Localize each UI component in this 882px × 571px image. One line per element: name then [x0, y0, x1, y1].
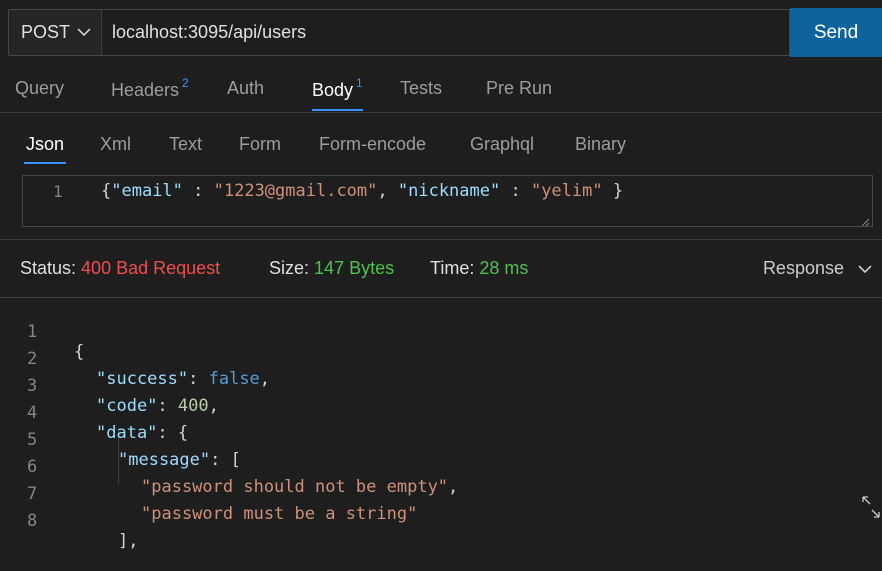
- json-key: "success": [96, 369, 189, 389]
- tab-query[interactable]: Query: [15, 78, 64, 99]
- body-tab-label: Graphql: [470, 134, 535, 154]
- code-line: 7 "password must be a string": [0, 464, 417, 524]
- resize-grip-icon[interactable]: [860, 214, 870, 227]
- json-punctuation: ,: [259, 369, 271, 389]
- body-tab-label: Json: [26, 134, 65, 154]
- line-number: 1: [53, 182, 63, 201]
- tab-headers[interactable]: Headers 2: [111, 76, 189, 101]
- active-tab-indicator: [24, 162, 67, 164]
- body-tab-xml[interactable]: Xml: [100, 134, 131, 155]
- brace: }: [602, 181, 624, 201]
- json-key: "message": [118, 450, 211, 470]
- body-tab-text[interactable]: Text: [169, 134, 202, 155]
- tab-auth[interactable]: Auth: [227, 78, 264, 99]
- divider: [0, 239, 882, 240]
- json-punctuation: ,: [208, 396, 219, 416]
- body-tab-label: Form-encode: [319, 134, 427, 154]
- status-value: 400 Bad Request: [81, 258, 221, 278]
- body-tab-json[interactable]: Json: [24, 134, 67, 164]
- json-key: "email": [111, 181, 183, 201]
- body-tab-binary[interactable]: Binary: [575, 134, 626, 155]
- status-info: Status: 400 Bad Request: [20, 258, 220, 279]
- editor-code[interactable]: {"email" : "1223@gmail.com", "nickname" …: [101, 181, 623, 201]
- divider: [0, 297, 882, 298]
- send-button[interactable]: Send: [790, 8, 882, 57]
- request-tabs: Query Headers 2 Auth Body 1 Tests Pre Run: [0, 70, 882, 112]
- tab-label: Tests: [400, 78, 443, 98]
- brace: {: [101, 181, 112, 201]
- response-view-select[interactable]: Response: [763, 258, 872, 279]
- code-text: {: [74, 342, 85, 362]
- json-string: "password must be a string": [141, 504, 418, 524]
- json-value: [: [230, 450, 241, 470]
- code-line: 6 "password should not be empty",: [0, 437, 458, 497]
- method-select[interactable]: POST: [8, 9, 101, 56]
- json-value: 400: [177, 396, 209, 416]
- json-key: "data": [96, 423, 158, 443]
- status-label: Status:: [20, 258, 77, 278]
- expand-icon[interactable]: [862, 496, 880, 518]
- json-key: "code": [96, 396, 158, 416]
- response-viewer[interactable]: 1 { 2 "success": false, 3 "code": 400, 4…: [0, 300, 882, 551]
- tab-badge: 2: [182, 76, 189, 90]
- body-tab-label: Xml: [100, 134, 131, 154]
- method-value: POST: [21, 22, 71, 42]
- body-tab-label: Form: [239, 134, 281, 154]
- json-value: {: [177, 423, 189, 443]
- json-string: "yelim": [530, 181, 603, 201]
- colon: :: [182, 181, 214, 201]
- json-string: "password should not be empty": [141, 477, 449, 497]
- tab-pre-run[interactable]: Pre Run: [486, 78, 552, 99]
- size-label: Size:: [269, 258, 310, 278]
- tab-label: Body: [312, 80, 354, 100]
- comma: ,: [377, 181, 398, 201]
- tab-badge: 1: [356, 76, 363, 90]
- code-line: 3 "code": 400,: [27, 376, 219, 416]
- active-tab-indicator: [312, 109, 363, 111]
- body-tab-form-encode[interactable]: Form-encode: [319, 134, 426, 155]
- request-bar: POST localhost:3095/api/users Send: [8, 8, 882, 58]
- time-label: Time:: [430, 258, 475, 278]
- time-info: Time: 28 ms: [430, 258, 528, 279]
- code-line: 8 ],: [0, 491, 138, 551]
- code-line: 5 "message": [: [27, 430, 241, 470]
- tab-label: Auth: [227, 78, 265, 98]
- body-tab-label: Text: [169, 134, 203, 154]
- json-punctuation: ,: [448, 477, 459, 497]
- json-value: false: [208, 369, 260, 389]
- time-value: 28 ms: [479, 258, 529, 278]
- size-value: 147 Bytes: [314, 258, 395, 278]
- body-tab-form[interactable]: Form: [239, 134, 281, 155]
- url-input[interactable]: localhost:3095/api/users: [101, 9, 790, 56]
- response-select-label: Response: [762, 258, 844, 278]
- json-string: "1223@gmail.com": [213, 181, 378, 201]
- body-tab-label: Binary: [575, 134, 627, 154]
- divider: [0, 112, 882, 113]
- tab-label: Pre Run: [486, 78, 553, 98]
- chevron-down-icon: [77, 24, 91, 42]
- chevron-down-icon: [858, 258, 872, 279]
- code-text: ],: [118, 531, 139, 551]
- code-line: 1 {: [0, 302, 84, 362]
- tab-label: Query: [15, 78, 65, 98]
- json-key: "nickname": [397, 181, 501, 201]
- colon: :: [500, 181, 531, 201]
- tab-label: Headers: [111, 80, 180, 100]
- code-line: 4 "data": {: [27, 403, 189, 443]
- response-status-bar: Status: 400 Bad Request Size: 147 Bytes …: [0, 255, 882, 285]
- body-editor[interactable]: 1 {"email" : "1223@gmail.com", "nickname…: [22, 175, 873, 227]
- line-number: 8: [27, 511, 38, 531]
- code-line: 2 "success": false,: [27, 349, 271, 389]
- body-tab-graphql[interactable]: Graphql: [470, 134, 534, 155]
- tab-tests[interactable]: Tests: [400, 78, 442, 99]
- tab-body[interactable]: Body 1: [312, 76, 363, 111]
- size-info: Size: 147 Bytes: [269, 258, 394, 279]
